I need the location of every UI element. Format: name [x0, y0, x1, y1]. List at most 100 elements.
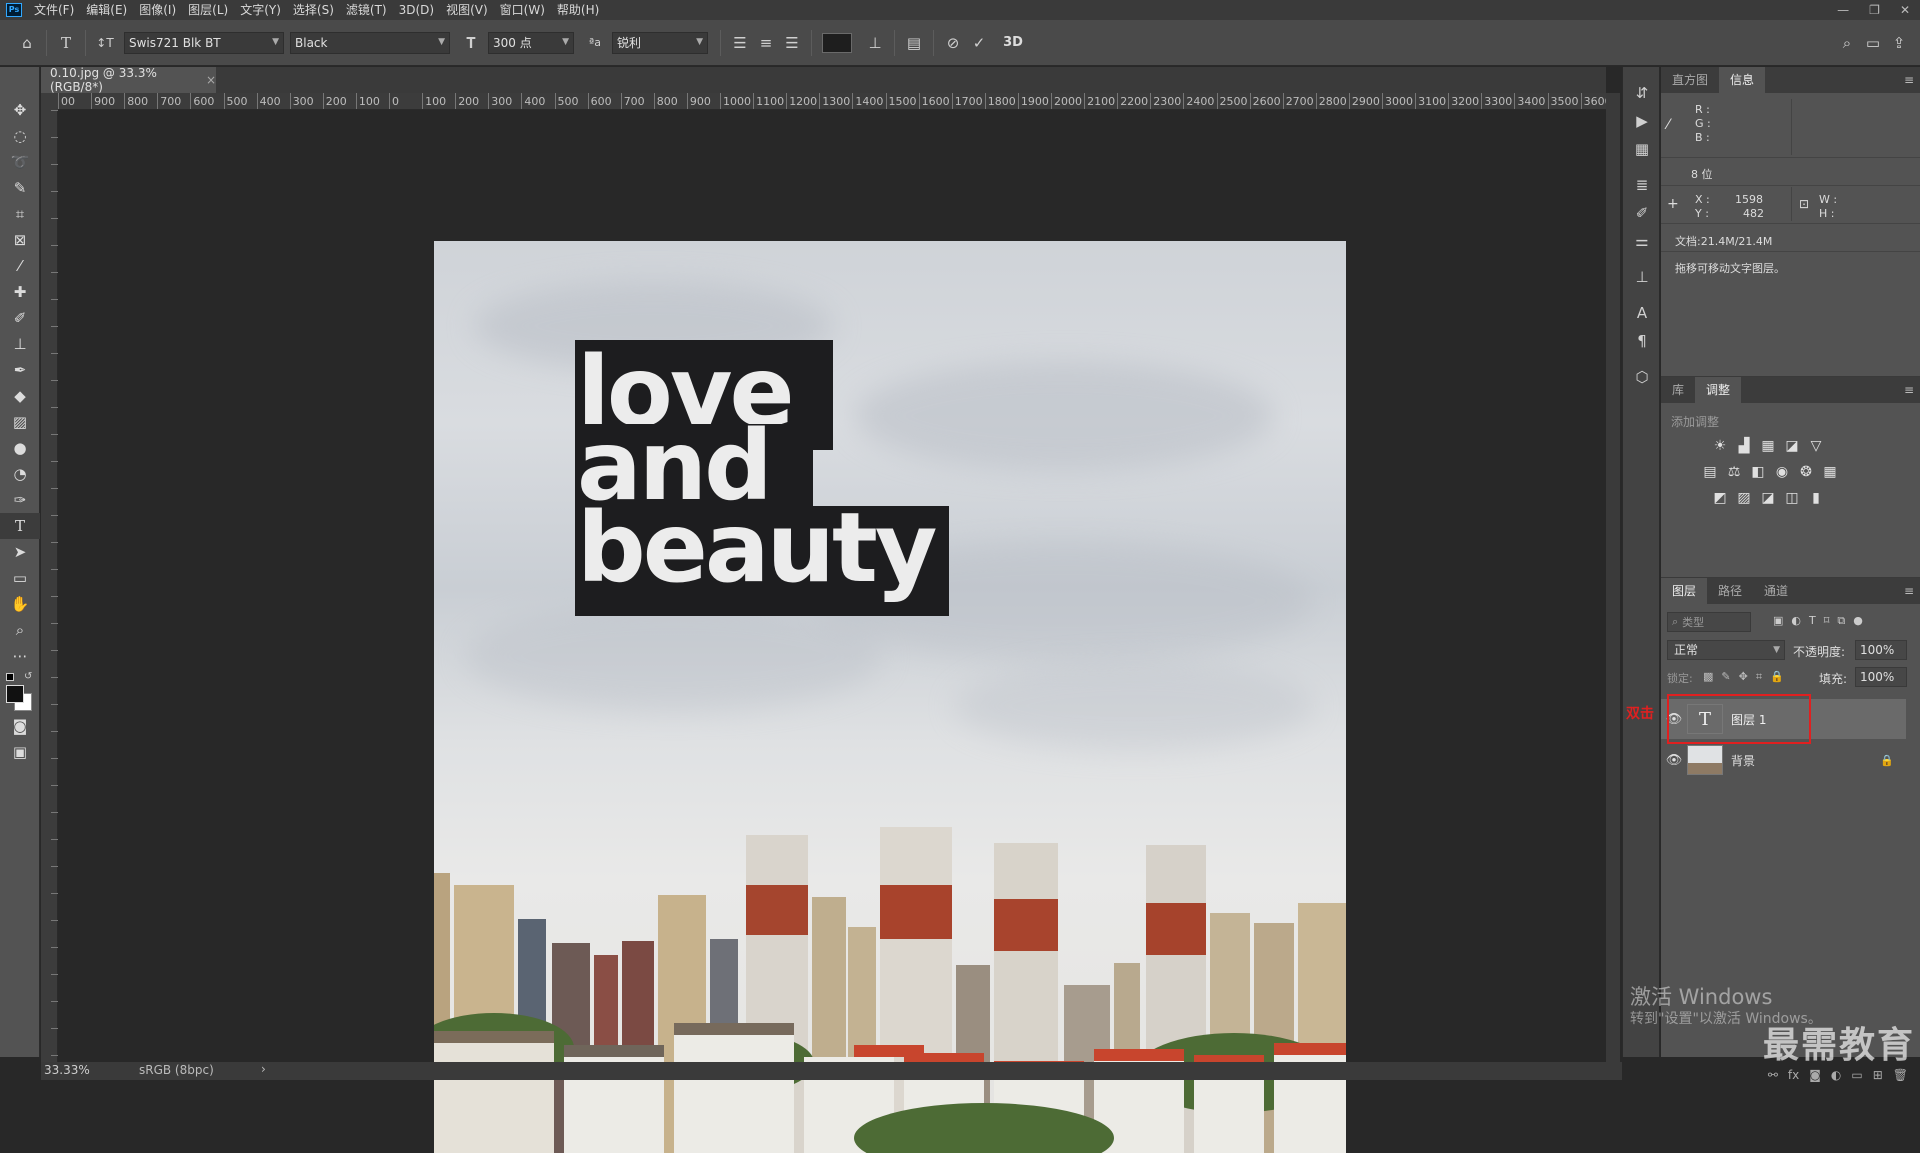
default-colors-icon[interactable]: [6, 673, 14, 681]
pen-tool-icon[interactable]: ✑: [0, 487, 40, 513]
filter-toggle-icon[interactable]: ●: [1853, 614, 1863, 628]
layer-name[interactable]: 背景: [1731, 752, 1755, 769]
smart-object-filter-icon[interactable]: ⧉: [1837, 614, 1845, 628]
document-image[interactable]: love and beauty: [434, 241, 1346, 1153]
status-menu-arrow[interactable]: ›: [261, 1062, 266, 1076]
tab-adjustments[interactable]: 调整: [1695, 377, 1742, 403]
color-swatches[interactable]: ↺: [0, 669, 40, 713]
character-panel-icon[interactable]: ▤: [901, 30, 927, 56]
hand-tool-icon[interactable]: ✋: [0, 591, 40, 617]
document-tab[interactable]: 0.10.jpg @ 33.3%(RGB/8*) ×: [41, 66, 216, 94]
properties-icon[interactable]: ▦: [1623, 135, 1661, 163]
lock-position-icon[interactable]: ✥: [1739, 670, 1748, 684]
create-3d-button[interactable]: 3D: [1000, 30, 1026, 56]
close-tab-icon[interactable]: ×: [206, 73, 216, 87]
blur-tool-icon[interactable]: ●: [0, 435, 40, 461]
font-size-select[interactable]: 300 点 ▼: [488, 31, 574, 54]
character-icon[interactable]: A: [1623, 299, 1661, 327]
invert-icon[interactable]: ◩: [1709, 487, 1731, 509]
threshold-icon[interactable]: ◪: [1757, 487, 1779, 509]
search-icon[interactable]: ⌕: [1834, 30, 1860, 56]
hue-saturation-icon[interactable]: ▤: [1699, 461, 1721, 483]
menu-item[interactable]: 编辑(E): [80, 0, 133, 20]
lock-all-icon[interactable]: 🔒: [1770, 670, 1784, 684]
tab-channels[interactable]: 通道: [1753, 578, 1799, 604]
move-tool-icon[interactable]: ✥: [0, 97, 40, 123]
dodge-tool-icon[interactable]: ◔: [0, 461, 40, 487]
menu-item[interactable]: 选择(S): [287, 0, 340, 20]
tab-histogram[interactable]: 直方图: [1661, 67, 1719, 93]
history-icon[interactable]: ⇵: [1623, 79, 1661, 107]
menu-item[interactable]: 文字(Y): [234, 0, 287, 20]
minimize-button[interactable]: —: [1837, 3, 1849, 17]
panel-menu-icon[interactable]: ≡: [1904, 584, 1914, 598]
black-white-icon[interactable]: ◧: [1747, 461, 1769, 483]
text-color-swatch[interactable]: [822, 32, 852, 53]
adjustment-filter-icon[interactable]: ◐: [1791, 614, 1801, 628]
align-center-icon[interactable]: ≡: [753, 30, 779, 56]
menu-item[interactable]: 图层(L): [182, 0, 234, 20]
more-tools-icon[interactable]: ⋯: [0, 643, 40, 669]
shape-filter-icon[interactable]: ⌑: [1824, 614, 1830, 628]
marquee-tool-icon[interactable]: ◌: [0, 123, 40, 149]
lock-transparency-icon[interactable]: ▩: [1703, 670, 1713, 684]
quick-select-tool-icon[interactable]: ✎: [0, 175, 40, 201]
3d-cube-icon[interactable]: ⬡: [1623, 363, 1661, 391]
menu-item[interactable]: 帮助(H): [551, 0, 605, 20]
color-lookup-icon[interactable]: ▦: [1819, 461, 1841, 483]
horizontal-ruler[interactable]: 00 900 800 700 600 500 400 300 200 100 0 100 200 300 4…: [58, 93, 1606, 110]
tab-info[interactable]: 信息: [1719, 67, 1766, 93]
exposure-icon[interactable]: ◪: [1781, 435, 1803, 457]
crop-tool-icon[interactable]: ⌗: [0, 201, 40, 227]
lock-artboard-icon[interactable]: ⌗: [1756, 670, 1762, 684]
foreground-color-swatch[interactable]: [6, 685, 24, 703]
brushes-icon[interactable]: ✐: [1623, 199, 1661, 227]
fill-input[interactable]: 100%: [1855, 667, 1907, 687]
levels-icon[interactable]: ▟: [1733, 435, 1755, 457]
opacity-input[interactable]: 100%: [1855, 640, 1907, 660]
photo-filter-icon[interactable]: ◉: [1771, 461, 1793, 483]
healing-brush-tool-icon[interactable]: ✚: [0, 279, 40, 305]
brightness-icon[interactable]: ☀: [1709, 435, 1731, 457]
warp-text-icon[interactable]: ⊥: [862, 30, 888, 56]
layer-row[interactable]: 👁 背景 🔒: [1661, 740, 1906, 780]
cancel-edit-icon[interactable]: ⊘: [940, 30, 966, 56]
pixel-filter-icon[interactable]: ▣: [1773, 614, 1783, 628]
swap-colors-icon[interactable]: ↺: [24, 671, 32, 682]
eraser-tool-icon[interactable]: ◆: [0, 383, 40, 409]
align-left-icon[interactable]: ☰: [727, 30, 753, 56]
tab-paths[interactable]: 路径: [1707, 578, 1753, 604]
photoshop-logo[interactable]: Ps: [6, 3, 22, 17]
rectangle-tool-icon[interactable]: ▭: [0, 565, 40, 591]
close-button[interactable]: ✕: [1900, 3, 1910, 17]
zoom-level[interactable]: 33.33%: [44, 1063, 90, 1077]
menu-item[interactable]: 图像(I): [133, 0, 182, 20]
font-family-select[interactable]: Swis721 Blk BT ▼: [124, 31, 284, 54]
panel-menu-icon[interactable]: ≡: [1904, 383, 1914, 397]
menu-item[interactable]: 文件(F): [28, 0, 80, 20]
layer-filter-select[interactable]: ⌕ 类型: [1667, 612, 1751, 632]
type-tool-icon[interactable]: T: [0, 513, 40, 539]
zoom-tool-icon[interactable]: ⌕: [0, 617, 40, 643]
menu-item[interactable]: 窗口(W): [494, 0, 551, 20]
brush-settings-icon[interactable]: ≣: [1623, 171, 1661, 199]
ruler-origin[interactable]: [41, 93, 58, 110]
adjust-sliders-icon[interactable]: ⚌: [1623, 227, 1661, 255]
menu-item[interactable]: 滤镜(T): [340, 0, 393, 20]
lasso-tool-icon[interactable]: ➰: [0, 149, 40, 175]
brush-tool-icon[interactable]: ✐: [0, 305, 40, 331]
vibrance-icon[interactable]: ▽: [1805, 435, 1827, 457]
home-icon[interactable]: ⌂: [14, 30, 40, 56]
share-icon[interactable]: ⇪: [1886, 30, 1912, 56]
blend-mode-select[interactable]: 正常 ▼: [1667, 640, 1785, 660]
vertical-scrollbar[interactable]: [1606, 93, 1620, 1062]
paragraph-icon[interactable]: ¶: [1623, 327, 1661, 355]
tab-library[interactable]: 库: [1661, 377, 1695, 403]
restore-button[interactable]: ❐: [1869, 3, 1880, 17]
text-tool-preset-icon[interactable]: T: [53, 30, 79, 56]
align-right-icon[interactable]: ☰: [779, 30, 805, 56]
lock-pixels-icon[interactable]: ✎: [1721, 670, 1730, 684]
tab-layers[interactable]: 图层: [1661, 578, 1708, 604]
eyedropper-tool-icon[interactable]: ⁄: [0, 253, 40, 279]
quick-mask-icon[interactable]: ◙: [0, 713, 40, 739]
